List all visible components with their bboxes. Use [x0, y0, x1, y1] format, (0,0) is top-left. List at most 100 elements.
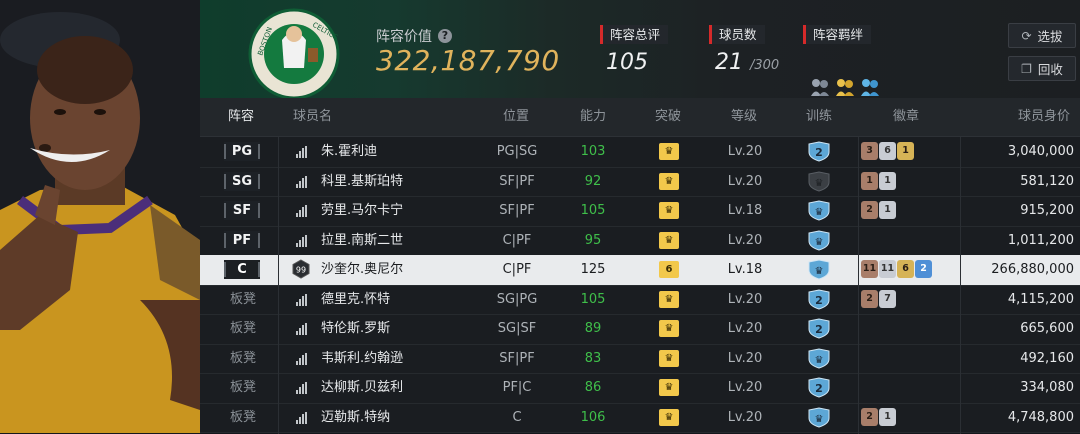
help-icon[interactable]: ?	[438, 29, 452, 43]
badge-item[interactable]: 1	[879, 171, 896, 190]
lineup-bond[interactable]: 阵容羁绊	[803, 24, 879, 96]
table-row[interactable]: 板凳 韦斯利.约翰逊 SF|PF 83 Lv.20 ♛ 492,160	[200, 344, 1080, 374]
table-row[interactable]: PG 朱.霍利迪 PG|SG 103 Lv.20 2 361 3,040,000	[200, 137, 1080, 168]
signal-icon	[296, 323, 308, 335]
badge-item[interactable]: 1	[897, 142, 914, 160]
slot-label: 板凳	[230, 380, 257, 395]
table-row[interactable]: SG 科里.基斯珀特 SF|PF 92 Lv.20 ♛ 11 581,120	[200, 167, 1080, 197]
player-name[interactable]: 科里.基斯珀特	[321, 167, 403, 197]
training-shield-icon[interactable]: 2	[807, 141, 831, 162]
recycle-button[interactable]: ❐ 回收	[1008, 56, 1076, 81]
bond-icon-gold[interactable]	[834, 76, 856, 98]
table-row[interactable]: C 99 沙奎尔.奥尼尔 C|PF 125 6 Lv.18 ♛ 11 11 6 2 266,880,00…	[200, 255, 1080, 286]
training-shield-icon[interactable]: ♛	[807, 406, 831, 428]
breakthrough-crown-icon	[659, 231, 679, 249]
table-row[interactable]: 板凳 迈勒斯.特纳 C 106 Lv.20 ♛ 21 4,748,800	[200, 403, 1080, 433]
col-lineup[interactable]: 阵容	[228, 98, 254, 136]
training-shield-icon[interactable]: ♛	[807, 170, 831, 192]
player-ability: 125	[580, 262, 606, 277]
lineup-value: 322,187,790	[376, 44, 560, 77]
training-shield-icon[interactable]: ♛	[807, 200, 831, 221]
badge-list: 21	[861, 407, 896, 426]
svg-text:2: 2	[815, 323, 823, 336]
col-position[interactable]: 位置	[503, 98, 529, 136]
player-position: SG|PG	[496, 291, 538, 307]
training-shield-icon[interactable]: ♛	[807, 259, 831, 280]
badge-item[interactable]: 1	[879, 407, 896, 426]
player-price: 1,011,200	[1007, 232, 1074, 248]
player-name[interactable]: 朱.霍利迪	[321, 137, 377, 167]
breakthrough-crown-icon	[659, 379, 679, 396]
player-name[interactable]: 达柳斯.贝兹利	[321, 373, 403, 403]
badge-item[interactable]: 2	[861, 201, 878, 219]
player-position: C|PF	[502, 232, 532, 248]
player-level: Lv.20	[727, 409, 763, 425]
player-ability: 105	[580, 203, 606, 218]
col-ability[interactable]: 能力	[580, 98, 606, 136]
player-level: Lv.18	[727, 262, 763, 277]
player-price: 266,880,000	[991, 262, 1074, 277]
table-row[interactable]: 板凳 特伦斯.罗斯 SG|SF 89 Lv.20 2 665,600	[200, 314, 1080, 345]
bond-icon-silver[interactable]	[809, 76, 831, 98]
col-badges[interactable]: 徽章	[893, 98, 919, 136]
bond-icon-blue[interactable]	[859, 76, 881, 98]
col-level[interactable]: 等级	[731, 98, 757, 136]
col-training[interactable]: 训练	[806, 98, 832, 136]
player-name[interactable]: 拉里.南斯二世	[321, 226, 403, 256]
table-row[interactable]: PF 拉里.南斯二世 C|PF 95 Lv.20 ♛ 1,011,200	[200, 226, 1080, 256]
badge-item[interactable]: 2	[861, 407, 878, 426]
badge-item[interactable]: 11	[879, 260, 896, 278]
badge-item[interactable]: 1	[861, 171, 878, 190]
training-shield-icon[interactable]: ♛	[807, 229, 831, 251]
player-price: 915,200	[1020, 203, 1074, 218]
player-name[interactable]: 韦斯利.约翰逊	[321, 344, 403, 374]
player-name[interactable]: 劳里.马尔卡宁	[321, 196, 403, 226]
player-position: PF|C	[502, 380, 532, 395]
col-breakthrough[interactable]: 突破	[655, 98, 681, 136]
player-ability: 95	[584, 232, 602, 248]
slot-badge: SG	[224, 171, 260, 191]
table-row[interactable]: 板凳德里克.怀特SG|PG105Lv.202274,115,200	[200, 285, 1080, 315]
training-shield-icon[interactable]: 2	[807, 318, 831, 339]
signal-icon	[296, 205, 308, 217]
slot-badge: PG	[224, 142, 260, 161]
training-shield-icon[interactable]: 2	[807, 377, 831, 398]
badge-item[interactable]: 6	[879, 142, 896, 160]
badge-item[interactable]: 2	[915, 260, 932, 278]
breakthrough-crown-icon	[659, 202, 679, 219]
player-name[interactable]: 德里克.怀特	[321, 285, 390, 315]
player-level: Lv.20	[727, 144, 763, 159]
player-price: 581,120	[1020, 173, 1074, 189]
col-price[interactable]: 球员身价	[1018, 98, 1070, 136]
player-price: 665,600	[1020, 321, 1074, 336]
player-ability: 83	[584, 350, 602, 366]
player-name[interactable]: 沙奎尔.奥尼尔	[321, 255, 403, 285]
lineup-header: BOSTON CELTICS 阵容价值 ? 322,187,790 阵容总评 1…	[200, 0, 1080, 100]
col-name[interactable]: 球员名	[293, 98, 332, 136]
select-button[interactable]: ⟳ 选拔	[1008, 23, 1076, 48]
player-name[interactable]: 迈勒斯.特纳	[321, 403, 390, 433]
signal-icon	[296, 352, 308, 365]
signal-icon	[296, 234, 308, 247]
lineup-panel: BOSTON CELTICS 阵容价值 ? 322,187,790 阵容总评 1…	[200, 0, 1080, 434]
badge-item[interactable]: 1	[879, 201, 896, 219]
badge-item[interactable]: 6	[897, 260, 914, 278]
player-name[interactable]: 特伦斯.罗斯	[321, 314, 390, 344]
svg-text:♛: ♛	[815, 207, 824, 218]
slot-badge: C	[224, 260, 260, 279]
training-shield-icon[interactable]: 2	[807, 288, 831, 310]
player-price: 4,748,800	[1007, 409, 1074, 425]
badge-item[interactable]: 11	[861, 260, 878, 278]
breakthrough-crown-icon	[659, 172, 679, 190]
badge-list: 27	[861, 289, 896, 308]
player-level: Lv.20	[727, 232, 763, 248]
badge-item[interactable]: 3	[861, 142, 878, 160]
table-row[interactable]: 板凳 达柳斯.贝兹利 PF|C 86 Lv.20 2 334,080	[200, 373, 1080, 404]
training-shield-icon[interactable]: ♛	[807, 347, 831, 369]
signal-icon	[296, 146, 308, 158]
player-level: Lv.20	[727, 321, 763, 336]
badge-item[interactable]: 7	[879, 289, 896, 308]
table-row[interactable]: SF 劳里.马尔卡宁 SF|PF 105 Lv.18 ♛ 21 915,200	[200, 196, 1080, 227]
slot-badge: SF	[224, 201, 260, 220]
badge-item[interactable]: 2	[861, 289, 878, 308]
